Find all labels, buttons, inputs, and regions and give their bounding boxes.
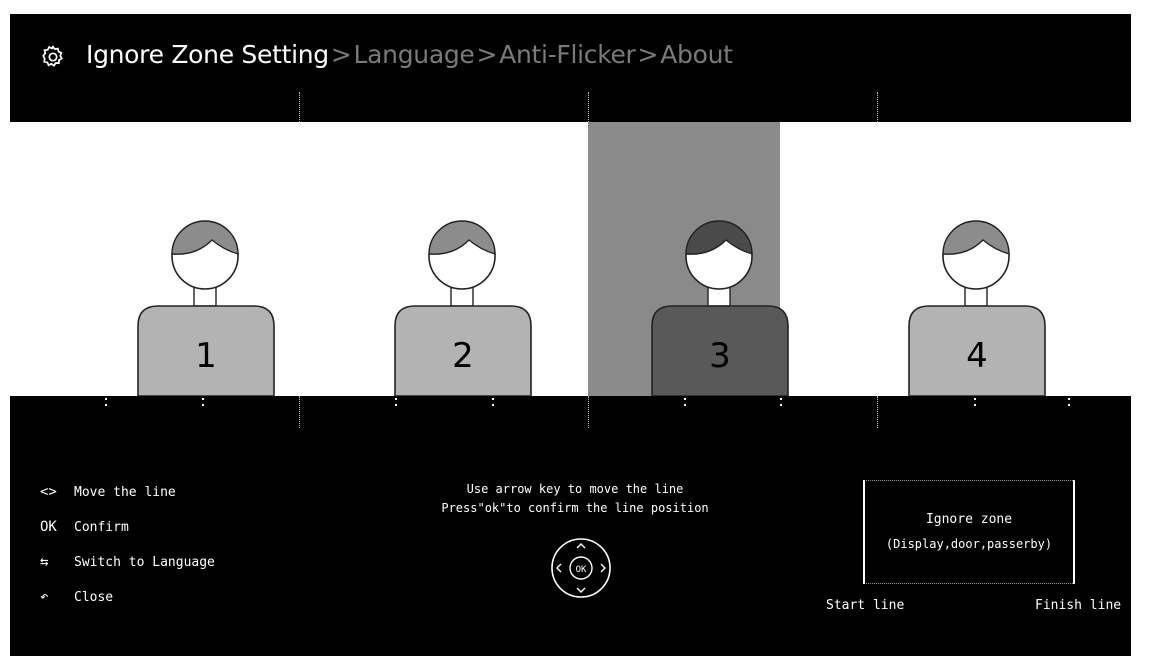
zone-boundary-line[interactable] [588, 396, 589, 428]
person-number: 2 [452, 336, 474, 376]
instruction-line-2: Press"ok"to confirm the line position [441, 501, 709, 515]
line-marker [974, 404, 976, 406]
finish-line-label: Finish line [1035, 598, 1122, 613]
switch-icon: ⇆ [40, 554, 49, 570]
legend-bottom-border [863, 583, 1075, 584]
header: Ignore Zone Setting>Language>Anti-Flicke… [10, 14, 1131, 122]
ok-icon: OK [40, 519, 57, 535]
breadcrumb-item-ignore-zone-setting[interactable]: Ignore Zone Setting [86, 40, 329, 69]
help-label: Switch to Language [74, 554, 215, 570]
line-marker [1068, 398, 1070, 400]
zone-boundary-line[interactable] [299, 396, 300, 428]
line-marker [395, 398, 397, 400]
line-marker [492, 404, 494, 406]
zone-boundary-line[interactable] [299, 92, 300, 122]
line-marker [492, 398, 494, 400]
legend-title: Ignore zone [925, 512, 1013, 527]
person-number: 4 [966, 336, 988, 376]
breadcrumb-separator: > [637, 40, 659, 69]
line-marker [684, 398, 686, 400]
zone-boundary-line[interactable] [588, 92, 589, 122]
person-1: 1 [136, 218, 276, 396]
help-label: Close [74, 589, 114, 605]
help-item-switch-to-language: ⇆ Switch to Language [40, 554, 215, 570]
help-label: Move the line [74, 484, 176, 500]
legend-description: (Display,door,passerby) [885, 537, 1053, 551]
legend-start-line [863, 480, 865, 584]
zone-boundary-line[interactable] [877, 396, 878, 428]
person-2: 2 [393, 218, 533, 396]
ignore-zone-screen: Ignore Zone Setting>Language>Anti-Flicke… [10, 14, 1131, 656]
breadcrumb-item-about[interactable]: About [660, 40, 733, 69]
zone-boundary-line[interactable] [877, 92, 878, 122]
person-3: 3 [650, 218, 790, 396]
instructions: Use arrow key to move the line Press"ok"… [410, 480, 740, 518]
ignore-zone-legend: Ignore zone (Display,door,passerby) [863, 480, 1075, 584]
camera-scene: 1 2 3 4 [10, 122, 1131, 396]
breadcrumb-separator: > [330, 40, 352, 69]
line-marker [202, 398, 204, 400]
line-marker [395, 404, 397, 406]
line-marker [1068, 404, 1070, 406]
line-marker [780, 404, 782, 406]
breadcrumb: Ignore Zone Setting>Language>Anti-Flicke… [86, 40, 733, 69]
instruction-line-1: Use arrow key to move the line [466, 482, 684, 496]
help-label: Confirm [74, 519, 129, 535]
dpad-ok-label: OK [576, 565, 587, 575]
breadcrumb-item-language[interactable]: Language [354, 40, 475, 69]
legend-finish-line [1073, 480, 1075, 584]
line-marker [780, 398, 782, 400]
help-item-confirm: OK Confirm [40, 519, 129, 535]
arrows-icon: <> [40, 484, 57, 500]
person-number: 3 [709, 336, 731, 376]
gear-icon [42, 45, 63, 67]
back-icon: ↶ [40, 589, 49, 605]
line-marker [684, 404, 686, 406]
breadcrumb-separator: > [476, 40, 498, 69]
breadcrumb-item-anti-flicker[interactable]: Anti-Flicker [499, 40, 636, 69]
dpad-icon[interactable]: OK [550, 537, 612, 599]
person-number: 1 [195, 336, 217, 376]
person-4: 4 [907, 218, 1047, 396]
line-marker [974, 398, 976, 400]
help-item-move-the-line: <> Move the line [40, 484, 176, 500]
legend-top-border [863, 480, 1075, 481]
line-marker [202, 404, 204, 406]
start-line-label: Start line [826, 598, 905, 613]
line-marker [105, 398, 107, 400]
line-marker [105, 404, 107, 406]
help-item-close: ↶ Close [40, 589, 113, 605]
